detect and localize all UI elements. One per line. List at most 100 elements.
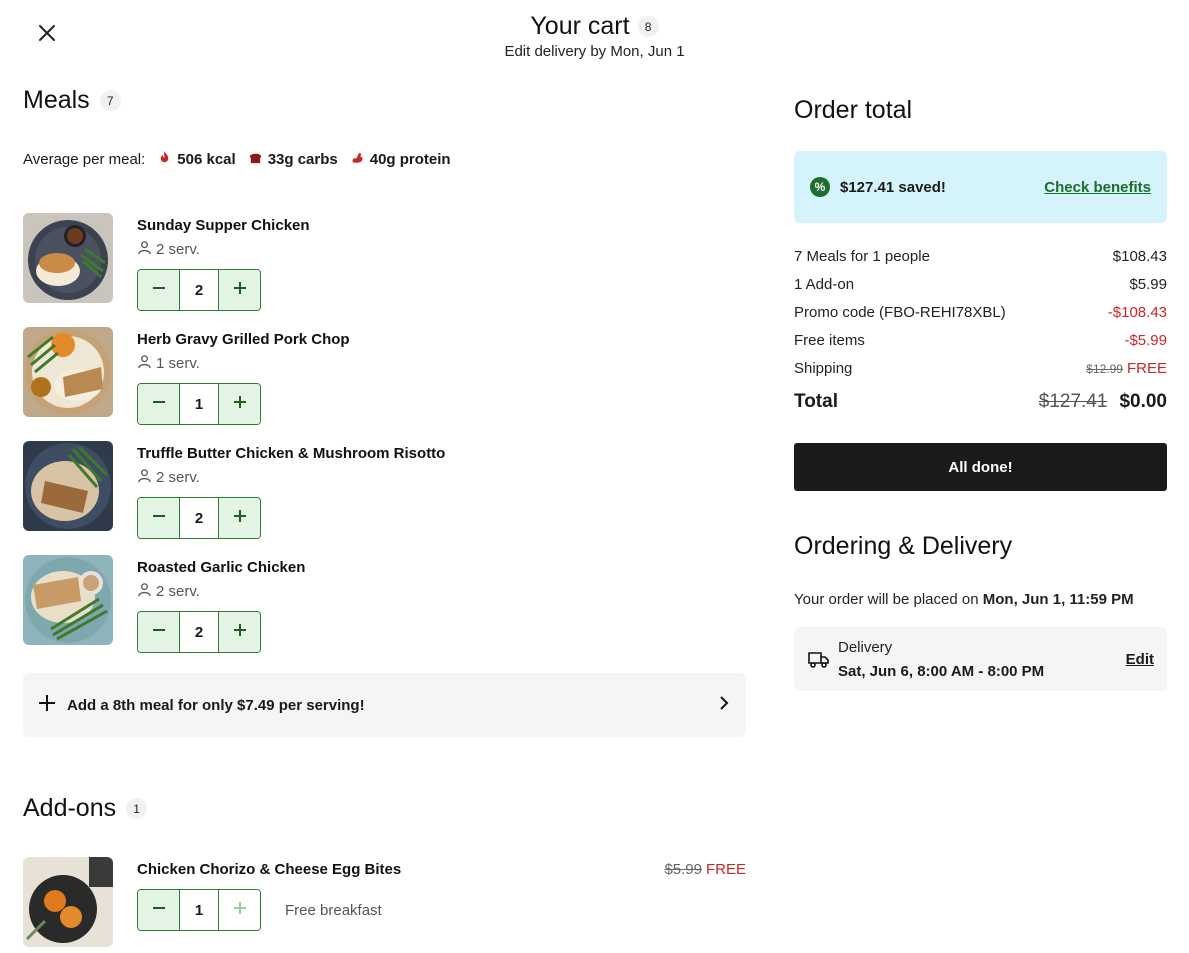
- average-label: Average per meal:: [23, 151, 146, 168]
- person-icon: [137, 240, 152, 259]
- quantity-value: 1: [179, 890, 219, 930]
- meal-item: Roasted Garlic Chicken 2 serv. 2: [23, 555, 743, 653]
- delivery-window: Sat, Jun 6, 8:00 AM - 8:00 PM: [838, 663, 1045, 680]
- order-total-title: Order total: [794, 96, 913, 124]
- cart-count-badge: 8: [637, 16, 659, 37]
- meal-name: Roasted Garlic Chicken: [137, 559, 306, 576]
- fire-icon: [157, 150, 172, 169]
- plus-icon: [37, 693, 57, 718]
- total-value: $0.00: [1119, 391, 1167, 412]
- carbs-stat: 33g carbs: [248, 150, 338, 169]
- shipping-label: Shipping: [794, 360, 853, 377]
- decrease-button[interactable]: [138, 890, 179, 930]
- person-icon: [137, 582, 152, 601]
- increase-button[interactable]: [219, 384, 260, 424]
- minus-icon: [152, 281, 166, 300]
- plus-icon: [233, 281, 247, 300]
- plus-icon: [233, 901, 247, 920]
- addon-note: Free breakfast: [285, 902, 382, 919]
- edit-delivery-link[interactable]: Edit: [1126, 651, 1154, 668]
- summary-line: Promo code (FBO-REHI78XBL) -$108.43: [794, 304, 1167, 321]
- addon-free-price: FREE: [705, 861, 746, 878]
- minus-icon: [152, 623, 166, 642]
- decrease-button[interactable]: [138, 384, 179, 424]
- add-meal-button[interactable]: Add a 8th meal for only $7.49 per servin…: [23, 673, 746, 737]
- summary-value: -$5.99: [1124, 332, 1167, 349]
- all-done-button[interactable]: All done!: [794, 443, 1167, 491]
- quantity-value: 2: [179, 270, 219, 310]
- page-title: Your cart: [530, 12, 630, 40]
- quantity-value: 1: [179, 384, 219, 424]
- increase-button[interactable]: [219, 270, 260, 310]
- increase-button[interactable]: [219, 498, 260, 538]
- servings-text: 2 serv.: [156, 583, 200, 600]
- summary-value: $5.99: [1129, 276, 1167, 293]
- plus-icon: [233, 395, 247, 414]
- decrease-button[interactable]: [138, 498, 179, 538]
- add-meal-label: Add a 8th meal for only $7.49 per servin…: [67, 696, 365, 714]
- minus-icon: [152, 901, 166, 920]
- muscle-icon: [350, 150, 365, 169]
- placed-date: Mon, Jun 1, 11:59 PM: [982, 591, 1134, 608]
- addon-image: [23, 857, 113, 947]
- summary-label: Free items: [794, 332, 865, 349]
- meal-servings: 2 serv.: [137, 582, 200, 601]
- meal-servings: 2 serv.: [137, 468, 200, 487]
- shipping-old-price: $12.99: [1086, 362, 1123, 376]
- servings-text: 2 serv.: [156, 241, 200, 258]
- meal-item: Sunday Supper Chicken 2 serv. 2: [23, 213, 743, 311]
- quantity-value: 2: [179, 612, 219, 652]
- bread-icon: [248, 150, 263, 169]
- meal-image: [23, 555, 113, 645]
- meal-name: Sunday Supper Chicken: [137, 217, 310, 234]
- delivery-card: Delivery Sat, Jun 6, 8:00 AM - 8:00 PM E…: [794, 627, 1167, 691]
- quantity-stepper: 2: [137, 497, 261, 539]
- quantity-stepper: 1: [137, 889, 261, 931]
- kcal-stat: 506 kcal: [157, 150, 236, 169]
- meal-servings: 1 serv.: [137, 354, 200, 373]
- meals-heading: Meals 7: [23, 86, 121, 115]
- carbs-value: 33g carbs: [267, 151, 338, 168]
- increase-button-disabled[interactable]: [219, 890, 260, 930]
- meal-item: Truffle Butter Chicken & Mushroom Risott…: [23, 441, 743, 539]
- shipping-value-group: $12.99 FREE: [1086, 360, 1167, 377]
- placed-prefix: Your order will be placed on: [794, 591, 979, 608]
- plus-icon: [233, 509, 247, 528]
- cart-header: Your cart 8 Edit delivery by Mon, Jun 1: [0, 12, 1189, 60]
- truck-icon: [808, 649, 830, 674]
- minus-icon: [152, 395, 166, 414]
- meal-image: [23, 441, 113, 531]
- servings-text: 1 serv.: [156, 355, 200, 372]
- summary-line: Free items -$5.99: [794, 332, 1167, 349]
- total-line: Total $127.41 $0.00: [794, 391, 1167, 413]
- ordering-delivery-title: Ordering & Delivery: [794, 532, 1013, 560]
- savings-banner: % $127.41 saved! Check benefits: [794, 151, 1167, 223]
- decrease-button[interactable]: [138, 270, 179, 310]
- decrease-button[interactable]: [138, 612, 179, 652]
- addon-name: Chicken Chorizo & Cheese Egg Bites: [137, 861, 402, 878]
- chevron-right-icon: [716, 695, 732, 716]
- kcal-value: 506 kcal: [177, 151, 236, 168]
- summary-label: 7 Meals for 1 people: [794, 248, 930, 265]
- cart-title-row: Your cart 8: [530, 12, 659, 41]
- protein-value: 40g protein: [369, 151, 451, 168]
- total-label: Total: [794, 391, 838, 412]
- summary-value: $108.43: [1112, 248, 1167, 265]
- meal-image: [23, 327, 113, 417]
- addons-count-badge: 1: [126, 798, 148, 819]
- increase-button[interactable]: [219, 612, 260, 652]
- shipping-line: Shipping $12.99 FREE: [794, 360, 1167, 377]
- quantity-value: 2: [179, 498, 219, 538]
- addon-old-price: $5.99: [664, 861, 702, 878]
- summary-label: Promo code (FBO-REHI78XBL): [794, 304, 1006, 321]
- total-old-price: $127.41: [1038, 391, 1108, 412]
- quantity-stepper: 1: [137, 383, 261, 425]
- check-benefits-link[interactable]: Check benefits: [1044, 179, 1151, 196]
- plus-icon: [233, 623, 247, 642]
- meal-image: [23, 213, 113, 303]
- summary-label: 1 Add-on: [794, 276, 855, 293]
- addon-item: Chicken Chorizo & Cheese Egg Bites $5.99…: [23, 857, 746, 949]
- meal-servings: 2 serv.: [137, 240, 200, 259]
- meal-name: Truffle Butter Chicken & Mushroom Risott…: [137, 445, 446, 462]
- summary-line: 7 Meals for 1 people $108.43: [794, 248, 1167, 265]
